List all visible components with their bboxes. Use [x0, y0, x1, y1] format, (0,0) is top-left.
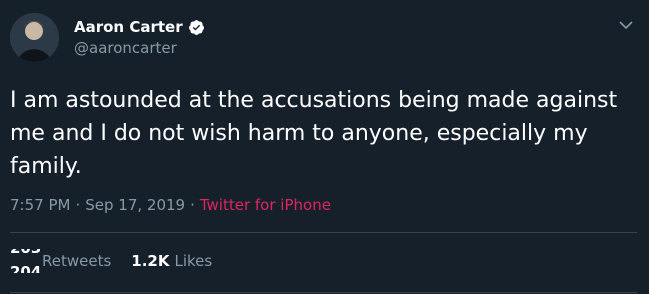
tweet-time[interactable]: 7:57 PM: [10, 196, 70, 214]
tweet-meta: 7:57 PM · Sep 17, 2019 · Twitter for iPh…: [10, 196, 331, 214]
verified-badge-icon: [188, 19, 205, 36]
user-handle[interactable]: @aaroncarter: [74, 39, 177, 57]
tweet-source-link[interactable]: Twitter for iPhone: [200, 196, 331, 214]
display-name[interactable]: Aaron Carter: [74, 18, 183, 36]
meta-separator: ·: [75, 196, 81, 214]
retweets-count-new: 204: [10, 263, 40, 273]
tweet-card: Aaron Carter @aaroncarter I am astounded…: [0, 0, 649, 294]
name-row: Aaron Carter: [74, 18, 205, 36]
chevron-down-icon[interactable]: [617, 16, 635, 34]
divider: [10, 292, 637, 293]
tweet-stats: 203 204 Retweets 1.2K Likes: [10, 249, 212, 273]
likes-count[interactable]: 1.2K: [131, 252, 169, 270]
retweets-count[interactable]: 203 204: [10, 249, 40, 273]
likes-label[interactable]: Likes: [174, 252, 212, 270]
divider: [10, 232, 637, 233]
meta-separator: ·: [190, 196, 195, 214]
tweet-text: I am astounded at the accusations being …: [10, 88, 618, 179]
avatar[interactable]: [10, 13, 59, 62]
retweets-label[interactable]: Retweets: [42, 252, 111, 270]
tweet-date[interactable]: Sep 17, 2019: [85, 196, 185, 214]
retweets-count-old: 203: [10, 249, 40, 257]
